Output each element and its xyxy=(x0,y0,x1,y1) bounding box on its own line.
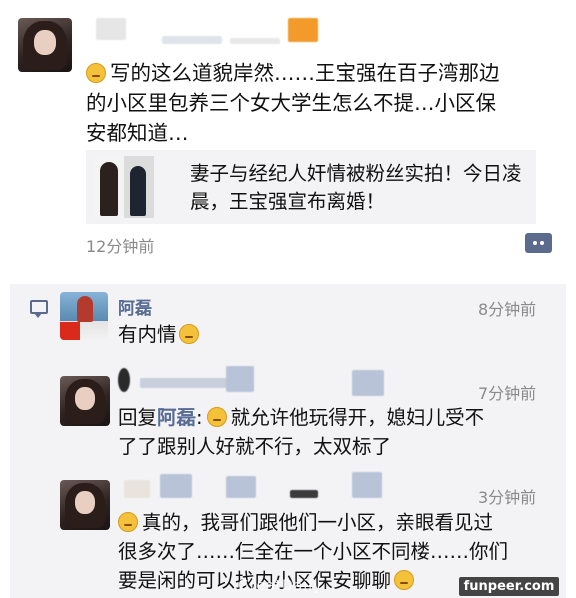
redaction-block xyxy=(160,474,192,498)
laughing-emoji-icon xyxy=(206,407,227,427)
comment-text: 回复阿磊: 就允许他玩得开，媳妇儿受不 了了跟别人好就不行，太双标了 xyxy=(118,406,485,458)
commenter-avatar[interactable] xyxy=(60,480,110,530)
redaction-block xyxy=(352,370,384,396)
redaction-block xyxy=(288,18,318,42)
commenter-name[interactable]: 阿磊 xyxy=(118,294,152,319)
redaction-block xyxy=(162,36,222,44)
shared-article-card[interactable]: 妻子与经纪人奸情被粉丝实拍！今日凌晨，王宝强宣布离婚！ xyxy=(86,150,536,224)
redaction-block xyxy=(226,366,254,392)
post-timestamp: 12分钟前 xyxy=(86,237,155,256)
redaction-block xyxy=(290,490,318,498)
reply-target-link[interactable]: 阿磊 xyxy=(157,406,196,429)
comment-text: 有内情 xyxy=(118,320,203,349)
awkward-emoji-icon xyxy=(86,63,106,83)
comment-timestamp: 8分钟前 xyxy=(478,300,537,319)
redaction-block xyxy=(226,476,256,498)
redaction-block xyxy=(352,472,382,498)
redaction-block xyxy=(124,480,150,498)
redaction-block xyxy=(140,378,230,388)
site-watermark: funpeer.com xyxy=(459,577,559,596)
commenter-avatar[interactable] xyxy=(60,376,110,426)
comment-timestamp: 3分钟前 xyxy=(478,488,537,507)
commenter-avatar-alei[interactable] xyxy=(60,292,108,340)
comment-icon xyxy=(30,300,48,318)
laughing-emoji-icon xyxy=(394,570,415,590)
article-title: 妻子与经纪人奸情被粉丝实拍！今日凌晨，王宝强宣布离婚！ xyxy=(190,162,522,213)
overlay-brand-watermark: GreatDaily xyxy=(238,578,323,594)
article-thumbnail xyxy=(94,156,154,218)
commenter-name-redacted xyxy=(118,368,130,392)
more-actions-button[interactable] xyxy=(525,233,552,253)
redaction-block xyxy=(230,38,280,44)
poster-avatar[interactable] xyxy=(18,18,72,72)
poster-name-redacted xyxy=(96,18,126,40)
awkward-emoji-icon xyxy=(118,512,138,532)
comment-timestamp: 7分钟前 xyxy=(478,384,537,403)
post-text: 写的这么道貌岸然……王宝强在百子湾那边 的小区里包养三个女大学生怎么不提…小区保… xyxy=(86,61,500,145)
smirk-emoji-icon xyxy=(178,324,199,344)
